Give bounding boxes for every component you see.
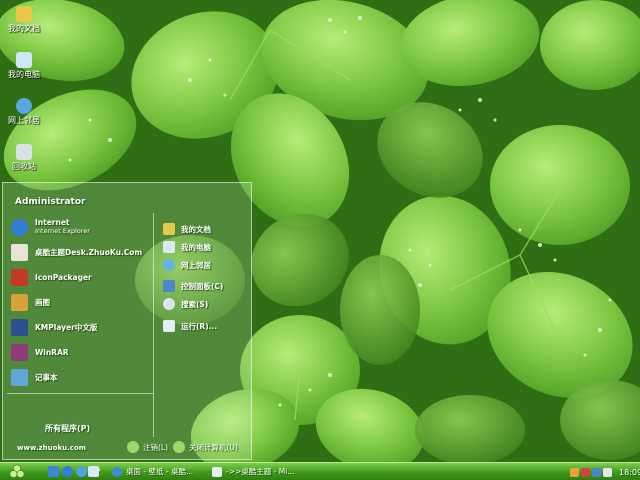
place-label: 网上邻居 [181, 260, 211, 270]
logoff-label: 注销(L) [143, 442, 169, 452]
media-player-icon[interactable] [76, 466, 87, 477]
program-kmplayer[interactable]: KMPlayer中文版 [11, 317, 97, 337]
control-panel-icon [163, 280, 175, 292]
tray-security-icon[interactable] [581, 467, 590, 477]
search-icon [163, 298, 175, 310]
program-label: IconPackager [35, 272, 92, 282]
desktop-icon-network-places[interactable]: 网上邻居 [2, 98, 46, 126]
run-icon [163, 320, 175, 332]
place-search[interactable]: 搜索(S) [163, 296, 208, 312]
system-tray: 18:09 [570, 464, 640, 480]
internet-explorer-icon [11, 218, 28, 236]
place-control-panel[interactable]: 控制面板(C) [163, 278, 223, 294]
program-label: 画图 [35, 297, 50, 307]
shutdown-icon [173, 441, 185, 453]
shutdown-button[interactable]: 关闭计算机(U) [173, 441, 238, 453]
logoff-icon [127, 441, 139, 453]
program-zhuoku-theme[interactable]: 桌酷主题Desk.ZhuoKu.Com [11, 242, 142, 262]
all-programs-button[interactable]: 所有程序(P) [45, 423, 90, 434]
iconpackager-icon [11, 268, 28, 286]
desktop-icon-label: 我的文档 [8, 24, 40, 33]
paint-icon [11, 293, 28, 311]
start-menu-username: Administrator [15, 197, 86, 207]
place-label: 我的电脑 [181, 242, 211, 252]
place-run[interactable]: 运行(R)... [163, 318, 217, 334]
place-label: 搜索(S) [181, 299, 209, 309]
internet-explorer-icon[interactable] [62, 466, 73, 477]
desktop-icon-my-computer[interactable]: 我的电脑 [2, 52, 46, 80]
tray-network-icon[interactable] [592, 467, 601, 477]
winrar-icon [11, 343, 28, 361]
clover-start-icon [9, 464, 25, 478]
kmplayer-icon [11, 318, 28, 336]
network-places-icon [16, 98, 32, 114]
program-label: 桌酷主题Desk.ZhuoKu.Com [35, 247, 143, 257]
my-documents-icon [163, 223, 175, 235]
start-menu: Administrator Internet Internet Explorer … [2, 182, 252, 460]
shutdown-label: 关闭计算机(U) [189, 442, 238, 452]
tray-user-icon[interactable] [570, 467, 579, 477]
recycle-bin-icon [16, 144, 32, 160]
place-network-places[interactable]: 网上邻居 [163, 257, 211, 273]
program-label: Internet [35, 218, 70, 227]
desktop-icon-label: 回收站 [12, 162, 36, 171]
clock[interactable]: 18:09 [619, 468, 640, 477]
divider [7, 393, 153, 394]
place-label: 我的文档 [181, 224, 211, 234]
desktop-icon-label: 网上邻居 [8, 116, 40, 125]
place-my-documents[interactable]: 我的文档 [163, 221, 211, 237]
program-sublabel: Internet Explorer [35, 227, 90, 235]
document-icon [212, 466, 222, 477]
my-computer-icon [16, 52, 32, 68]
program-iconpackager[interactable]: IconPackager [11, 267, 92, 287]
website-link[interactable]: www.zhuoku.com [17, 444, 86, 452]
start-button[interactable] [4, 463, 30, 480]
program-label: KMPlayer中文版 [35, 322, 98, 332]
desktop-icon-my-documents[interactable]: 我的文档 [2, 6, 46, 34]
my-documents-icon [16, 6, 32, 22]
zhuoku-theme-icon [11, 243, 28, 261]
program-label: 记事本 [35, 372, 58, 382]
place-label: 控制面板(C) [181, 281, 224, 291]
browser-icon [112, 466, 122, 477]
notepad-icon [11, 368, 28, 386]
quick-launch-more-button[interactable]: » [96, 465, 101, 474]
program-internet-explorer[interactable]: Internet Internet Explorer [11, 217, 90, 237]
taskbar-button-label: 桌面 - 壁纸 - 桌酷... [126, 467, 194, 476]
tray-volume-icon[interactable] [603, 467, 612, 477]
place-label: 运行(R)... [181, 321, 218, 331]
desktop-icon-recycle-bin[interactable]: 回收站 [2, 144, 46, 172]
program-winrar[interactable]: WinRAR [11, 342, 69, 362]
taskbar-button-browser[interactable]: 桌面 - 壁纸 - 桌酷... [112, 465, 208, 478]
taskbar-button-label: ->>桌酷主题 - Mi... [226, 467, 295, 476]
program-label: WinRAR [35, 347, 69, 357]
place-my-computer[interactable]: 我的电脑 [163, 239, 211, 255]
taskbar: » 桌面 - 壁纸 - 桌酷... ->>桌酷主题 - Mi... 18:09 [0, 462, 640, 480]
program-paint[interactable]: 画图 [11, 292, 50, 312]
my-computer-icon [163, 241, 175, 253]
taskbar-button-document[interactable]: ->>桌酷主题 - Mi... [212, 465, 312, 478]
program-notepad[interactable]: 记事本 [11, 367, 58, 387]
show-desktop-icon[interactable] [48, 466, 59, 477]
desktop-icon-label: 我的电脑 [8, 70, 40, 79]
network-places-icon [163, 259, 175, 271]
logoff-button[interactable]: 注销(L) [127, 441, 168, 453]
